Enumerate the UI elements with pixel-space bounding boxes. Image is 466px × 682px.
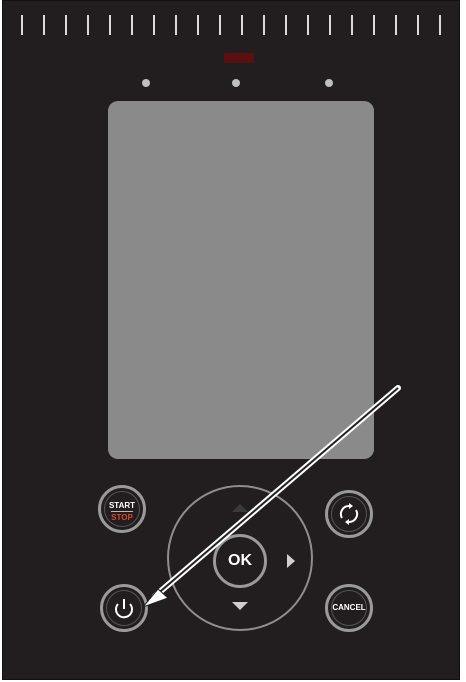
device: START STOP OK CANCEL: [0, 0, 466, 682]
annotation-arrow: [141, 385, 401, 609]
